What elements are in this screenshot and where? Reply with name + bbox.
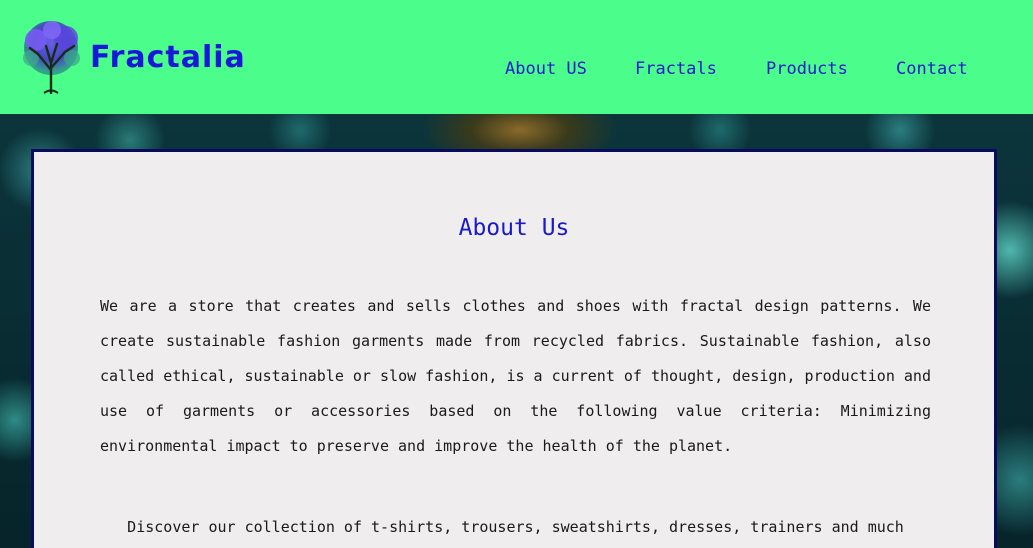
about-us-paragraph: We are a store that creates and sells cl… <box>100 297 931 455</box>
about-us-heading: About Us <box>458 215 570 241</box>
collection-paragraph: Discover our collection of t-shirts, tro… <box>127 518 904 536</box>
main-nav: About US Fractals Products Contact <box>0 59 1033 83</box>
nav-link-fractals[interactable]: Fractals <box>635 59 717 79</box>
nav-link-about-us[interactable]: About US <box>505 59 587 79</box>
about-us-card: About Us We are a store that creates and… <box>31 149 997 548</box>
nav-link-contact[interactable]: Contact <box>896 59 968 79</box>
site-header: Fractalia About US Fractals Products Con… <box>0 0 1033 114</box>
nav-link-products[interactable]: Products <box>766 59 848 79</box>
